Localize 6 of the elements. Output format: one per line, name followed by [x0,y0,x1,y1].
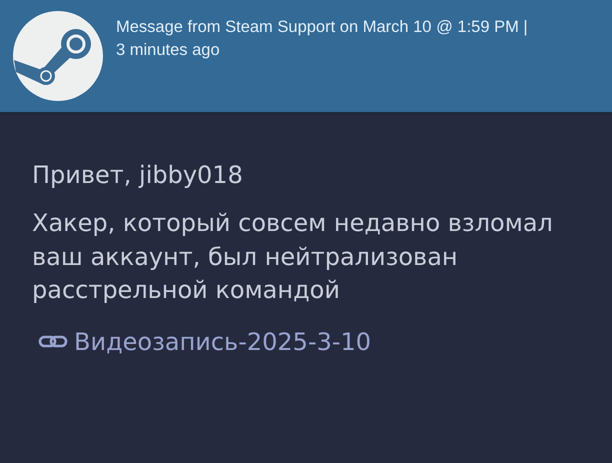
message-title: Message from Steam Support on March 10 @ 1:59 PM | 3 minutes ago [116,17,529,61]
message-text: Хакер, который совсем недавно взломал ваш аккаунт, был нейтрализован расстрельной командой [32,208,554,306]
video-link[interactable]: Видеозапись-2025-3-10 [38,326,372,358]
link-icon [38,334,68,350]
greeting-text: Привет, jibby018 [32,160,244,191]
steam-logo-icon [12,10,104,102]
